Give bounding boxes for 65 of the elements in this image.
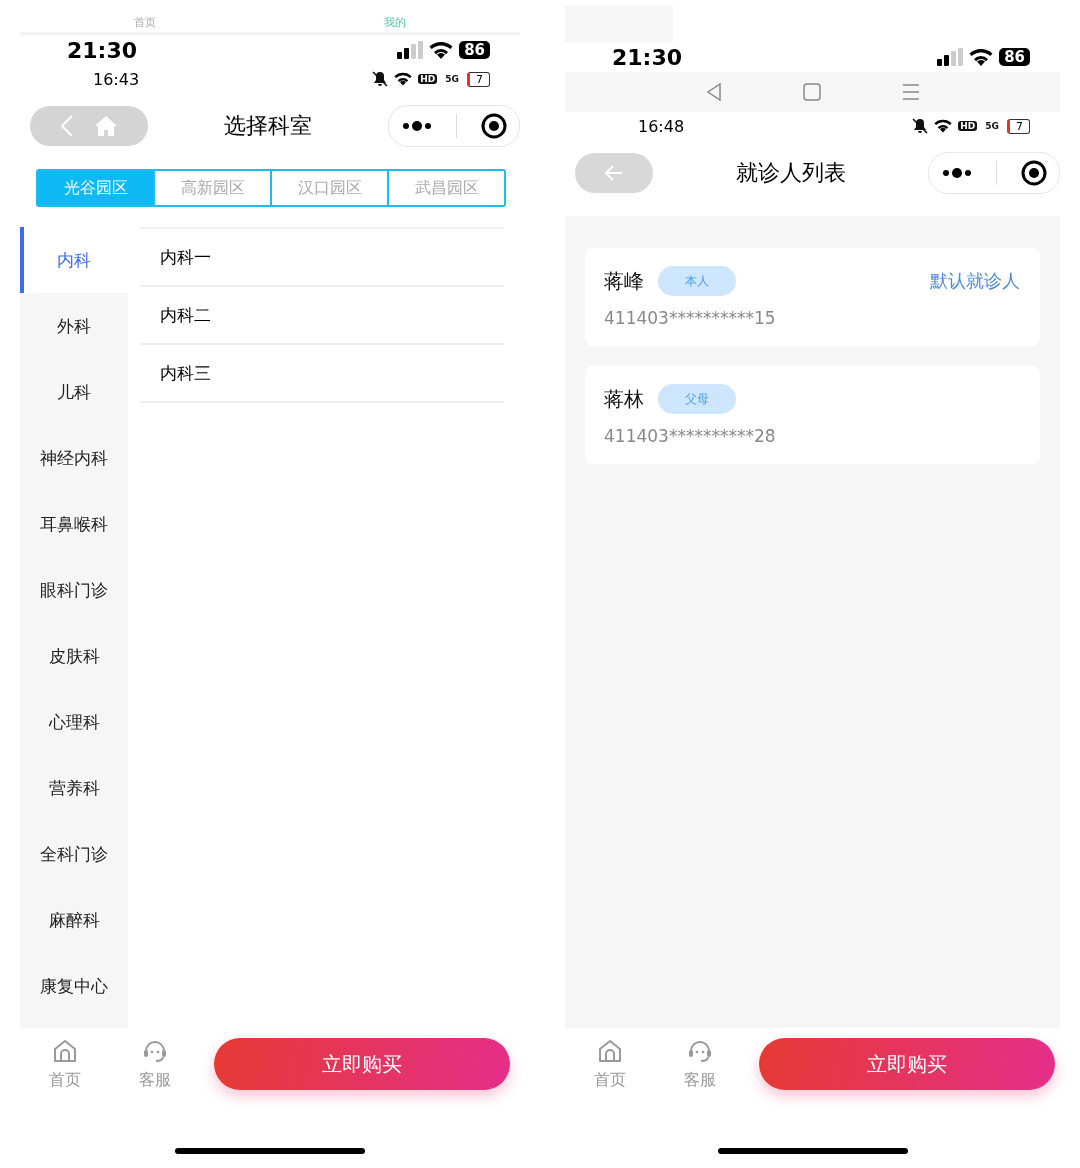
- department-item[interactable]: 外科: [20, 293, 128, 359]
- menu-capsule[interactable]: [928, 152, 1060, 194]
- clock-time: 16:48: [638, 116, 686, 136]
- back-capsule[interactable]: [575, 153, 653, 193]
- clock-time: 21:30: [67, 37, 139, 63]
- network-label: 5G: [444, 74, 460, 84]
- wifi-icon: [429, 41, 454, 59]
- menu-icon[interactable]: [901, 83, 920, 101]
- home-outline-icon[interactable]: [52, 1038, 78, 1064]
- sub-department-item[interactable]: 内科二: [140, 285, 504, 343]
- headset-icon[interactable]: [142, 1038, 168, 1064]
- department-item[interactable]: 耳鼻喉科: [20, 491, 128, 557]
- department-item[interactable]: 心理科: [20, 689, 128, 755]
- department-item[interactable]: 神经内科: [20, 425, 128, 491]
- relation-tag: 本人: [658, 266, 736, 296]
- id-number: 411403**********28: [604, 426, 777, 446]
- patient-card[interactable]: 蒋峰 本人 默认就诊人 411403**********15: [585, 248, 1040, 346]
- department-item[interactable]: 皮肤科: [20, 623, 128, 689]
- wifi-icon: [934, 119, 953, 133]
- close-target-icon[interactable]: [1021, 160, 1048, 186]
- department-item[interactable]: 康复中心: [20, 953, 128, 1019]
- back-triangle-icon[interactable]: [705, 83, 722, 101]
- signal-icon: [937, 48, 964, 66]
- department-item[interactable]: 儿科: [20, 359, 128, 425]
- square-icon[interactable]: [802, 83, 821, 101]
- clock-time: 16:43: [93, 69, 141, 89]
- network-label: HD: [418, 74, 438, 84]
- chevron-left-icon[interactable]: [60, 114, 74, 138]
- bell-muted-icon: [372, 71, 389, 87]
- page-title: 就诊人列表: [734, 159, 847, 187]
- more-icon[interactable]: [400, 120, 433, 132]
- network-label: 5G: [984, 121, 1000, 131]
- page-title: 选择科室: [223, 112, 313, 140]
- wifi-icon: [969, 48, 994, 66]
- network-label: HD: [958, 121, 978, 131]
- department-item[interactable]: 全科门诊: [20, 821, 128, 887]
- sub-department-item[interactable]: 内科一: [140, 227, 504, 285]
- patient-name: 蒋林: [604, 385, 644, 413]
- patient-card[interactable]: 蒋林 父母 411403**********28: [585, 366, 1040, 464]
- headset-icon[interactable]: [687, 1038, 713, 1064]
- buy-now-button[interactable]: 立即购买: [759, 1038, 1055, 1090]
- battery-level: 7: [467, 71, 490, 87]
- battery-level: 7: [1007, 118, 1030, 134]
- bell-muted-icon: [912, 118, 929, 134]
- battery-level: 86: [999, 48, 1030, 66]
- department-item[interactable]: 营养科: [20, 755, 128, 821]
- id-number: 411403**********15: [604, 308, 777, 328]
- sub-department-item[interactable]: 内科三: [140, 343, 504, 403]
- menu-capsule[interactable]: [388, 105, 520, 147]
- clock-time: 21:30: [612, 44, 684, 70]
- close-target-icon[interactable]: [481, 113, 508, 139]
- signal-icon: [397, 41, 424, 59]
- home-icon[interactable]: [94, 115, 118, 137]
- default-patient-link[interactable]: 默认就诊人: [930, 269, 1020, 293]
- home-outline-icon[interactable]: [597, 1038, 623, 1064]
- back-home-capsule[interactable]: [30, 106, 148, 146]
- battery-level: 86: [459, 41, 490, 59]
- wifi-icon: [394, 72, 413, 86]
- relation-tag: 父母: [658, 384, 736, 414]
- department-item[interactable]: 眼科门诊: [20, 557, 128, 623]
- patient-name: 蒋峰: [604, 267, 644, 295]
- buy-now-button[interactable]: 立即购买: [214, 1038, 510, 1090]
- department-item[interactable]: 麻醉科: [20, 887, 128, 953]
- more-icon[interactable]: [940, 167, 973, 179]
- department-item[interactable]: 内科: [20, 227, 128, 293]
